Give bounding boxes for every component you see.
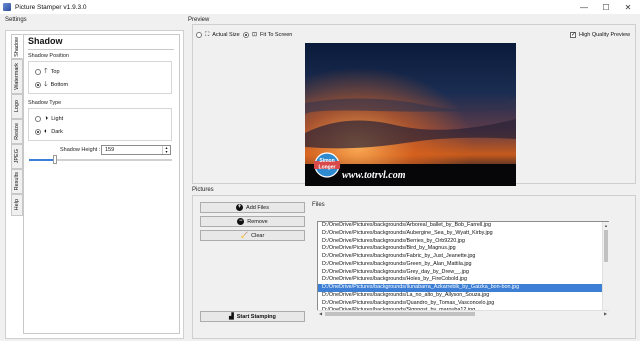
shadow-height-slider[interactable] — [29, 155, 172, 164]
shadow-height-value: 159 — [105, 147, 115, 153]
radio-light-label: Light — [51, 115, 64, 122]
start-stamping-button[interactable]: ▟ Start Stamping — [200, 311, 305, 322]
scroll-right-icon[interactable]: ▶ — [602, 311, 609, 317]
file-list-item[interactable]: D:/OneDrive/Pictures/backgrounds/Holes_b… — [318, 276, 608, 284]
logo-bottom-text: Longer — [319, 165, 336, 171]
radio-circle — [35, 128, 41, 135]
close-button[interactable]: ✕ — [618, 0, 638, 14]
file-list-item[interactable]: D:/OneDrive/Pictures/backgrounds/Berries… — [318, 238, 608, 246]
file-list-item[interactable]: D:/OneDrive/Pictures/backgrounds/Bird_by… — [318, 245, 608, 253]
settings-label: Settings — [5, 17, 27, 23]
tab-label: Watermark — [14, 63, 20, 90]
files-label: Files — [312, 202, 325, 208]
stamp-icon: ▟ — [229, 313, 234, 320]
clear-button[interactable]: 🧹 Clear — [200, 230, 305, 241]
radio-light[interactable]: ◑ Light — [35, 115, 63, 122]
scroll-up-icon[interactable]: ▲ — [603, 222, 609, 229]
radio-circle — [196, 32, 202, 38]
file-list-item[interactable]: D:/OneDrive/Pictures/backgrounds/Arborea… — [318, 222, 608, 230]
maximize-button[interactable]: ☐ — [596, 0, 616, 14]
tab-label: Resize — [14, 123, 20, 140]
pictures-label: Pictures — [192, 187, 214, 193]
tab-resize[interactable]: Resize — [11, 119, 23, 144]
slider-thumb[interactable] — [52, 155, 57, 164]
checkbox-box — [570, 31, 576, 39]
tab-label: Help — [14, 199, 20, 211]
tab-label: JPEG — [14, 149, 20, 164]
tab-jpeg[interactable]: JPEG — [11, 144, 23, 169]
file-list-item[interactable]: D:/OneDrive/Pictures/backgrounds/Fabric_… — [318, 253, 608, 261]
tab-watermark[interactable]: Watermark — [11, 59, 23, 94]
shadow-height-spinbox[interactable]: 159 ▲ ▼ — [101, 145, 171, 155]
divider — [28, 49, 174, 50]
minimize-button[interactable]: — — [574, 0, 594, 14]
shadow-height-label: Shadow Height : — [60, 147, 101, 153]
shadow-position-label: Shadow Position — [28, 53, 69, 59]
tab-shadow[interactable]: Shadow — [11, 34, 23, 59]
tab-help[interactable]: Help — [11, 194, 23, 216]
file-list[interactable]: D:/OneDrive/Pictures/backgrounds/Arborea… — [317, 221, 609, 317]
add-files-label: Add Files — [246, 204, 269, 211]
shadow-type-group — [28, 108, 172, 141]
tab-logo[interactable]: Logo — [11, 94, 23, 119]
preview-label: Preview — [188, 17, 210, 23]
title-bar: Picture Stamper v1.9.3.0 — ☐ ✕ — [0, 0, 640, 14]
radio-circle — [35, 81, 41, 88]
arrow-down-icon: 🡓 — [44, 81, 48, 88]
radio-dark[interactable]: ◐ Dark — [35, 128, 63, 135]
file-list-item[interactable]: D:/OneDrive/Pictures/backgrounds/Quandro… — [318, 300, 608, 308]
tab-label: Shadow — [14, 36, 20, 57]
radio-circle — [35, 115, 41, 122]
remove-button[interactable]: − Remove — [200, 216, 305, 227]
radio-fit-to-screen[interactable]: ⊡ Fit To Screen — [243, 32, 292, 38]
shadow-position-group — [28, 61, 172, 94]
fit-to-screen-label: Fit To Screen — [260, 32, 293, 38]
slider-fill — [29, 159, 55, 161]
preview-image: Simon Longer www.totrvl.com — [305, 43, 516, 186]
start-stamping-label: Start Stamping — [236, 313, 276, 320]
radio-actual-size[interactable]: ⛶ Actual Size — [196, 32, 240, 38]
file-list-item[interactable]: D:/OneDrive/Pictures/backgrounds/Ilunaba… — [318, 284, 608, 292]
high-quality-checkbox[interactable]: High Quality Preview — [570, 31, 631, 39]
shadow-type-label: Shadow Type — [28, 100, 62, 106]
scroll-left-icon[interactable]: ◀ — [317, 311, 324, 317]
high-quality-label: High Quality Preview — [579, 32, 631, 38]
radio-circle — [243, 32, 249, 38]
expand-icon: ⛶ — [205, 32, 210, 38]
half-circle-icon: ◑ — [44, 115, 49, 122]
file-list-item[interactable]: D:/OneDrive/Pictures/backgrounds/Green_b… — [318, 261, 608, 269]
remove-label: Remove — [247, 218, 268, 225]
minus-icon: − — [237, 218, 245, 225]
file-list-item[interactable]: D:/OneDrive/Pictures/backgrounds/La_no_a… — [318, 292, 608, 300]
file-list-item[interactable]: D:/OneDrive/Pictures/backgrounds/Aubergi… — [318, 230, 608, 238]
radio-circle — [35, 68, 41, 75]
radio-dark-label: Dark — [51, 128, 63, 135]
tab-label: Results — [14, 172, 20, 191]
app-icon — [3, 3, 11, 11]
shadow-heading: Shadow — [28, 36, 63, 46]
tab-results[interactable]: Results — [11, 169, 23, 194]
tab-label: Logo — [14, 100, 20, 113]
radio-top[interactable]: 🡑 Top — [35, 68, 60, 75]
scroll-thumb[interactable] — [604, 230, 608, 262]
scroll-thumb[interactable] — [325, 312, 475, 316]
arrow-up-icon: 🡑 — [44, 68, 48, 75]
broom-icon: 🧹 — [240, 232, 249, 239]
half-circle-icon: ◐ — [44, 128, 49, 135]
actual-size-label: Actual Size — [212, 32, 240, 38]
radio-bottom-label: Bottom — [50, 81, 69, 88]
logo-top-text: Simon — [319, 158, 334, 164]
vertical-scrollbar[interactable]: ▲ ▼ — [602, 222, 609, 316]
clear-label: Clear — [251, 232, 265, 239]
radio-top-label: Top — [50, 68, 60, 75]
fit-screen-icon: ⊡ — [252, 32, 258, 38]
window-title: Picture Stamper v1.9.3.0 — [15, 3, 87, 11]
file-list-item[interactable]: D:/OneDrive/Pictures/backgrounds/Grey_da… — [318, 269, 608, 277]
plus-icon: + — [236, 204, 244, 211]
horizontal-scrollbar[interactable]: ◀ ▶ — [317, 310, 609, 317]
radio-bottom[interactable]: 🡓 Bottom — [35, 81, 68, 88]
watermark-text: www.totrvl.com — [342, 170, 406, 181]
add-files-button[interactable]: + Add Files — [200, 202, 305, 213]
spin-arrows[interactable]: ▲ ▼ — [162, 146, 170, 154]
